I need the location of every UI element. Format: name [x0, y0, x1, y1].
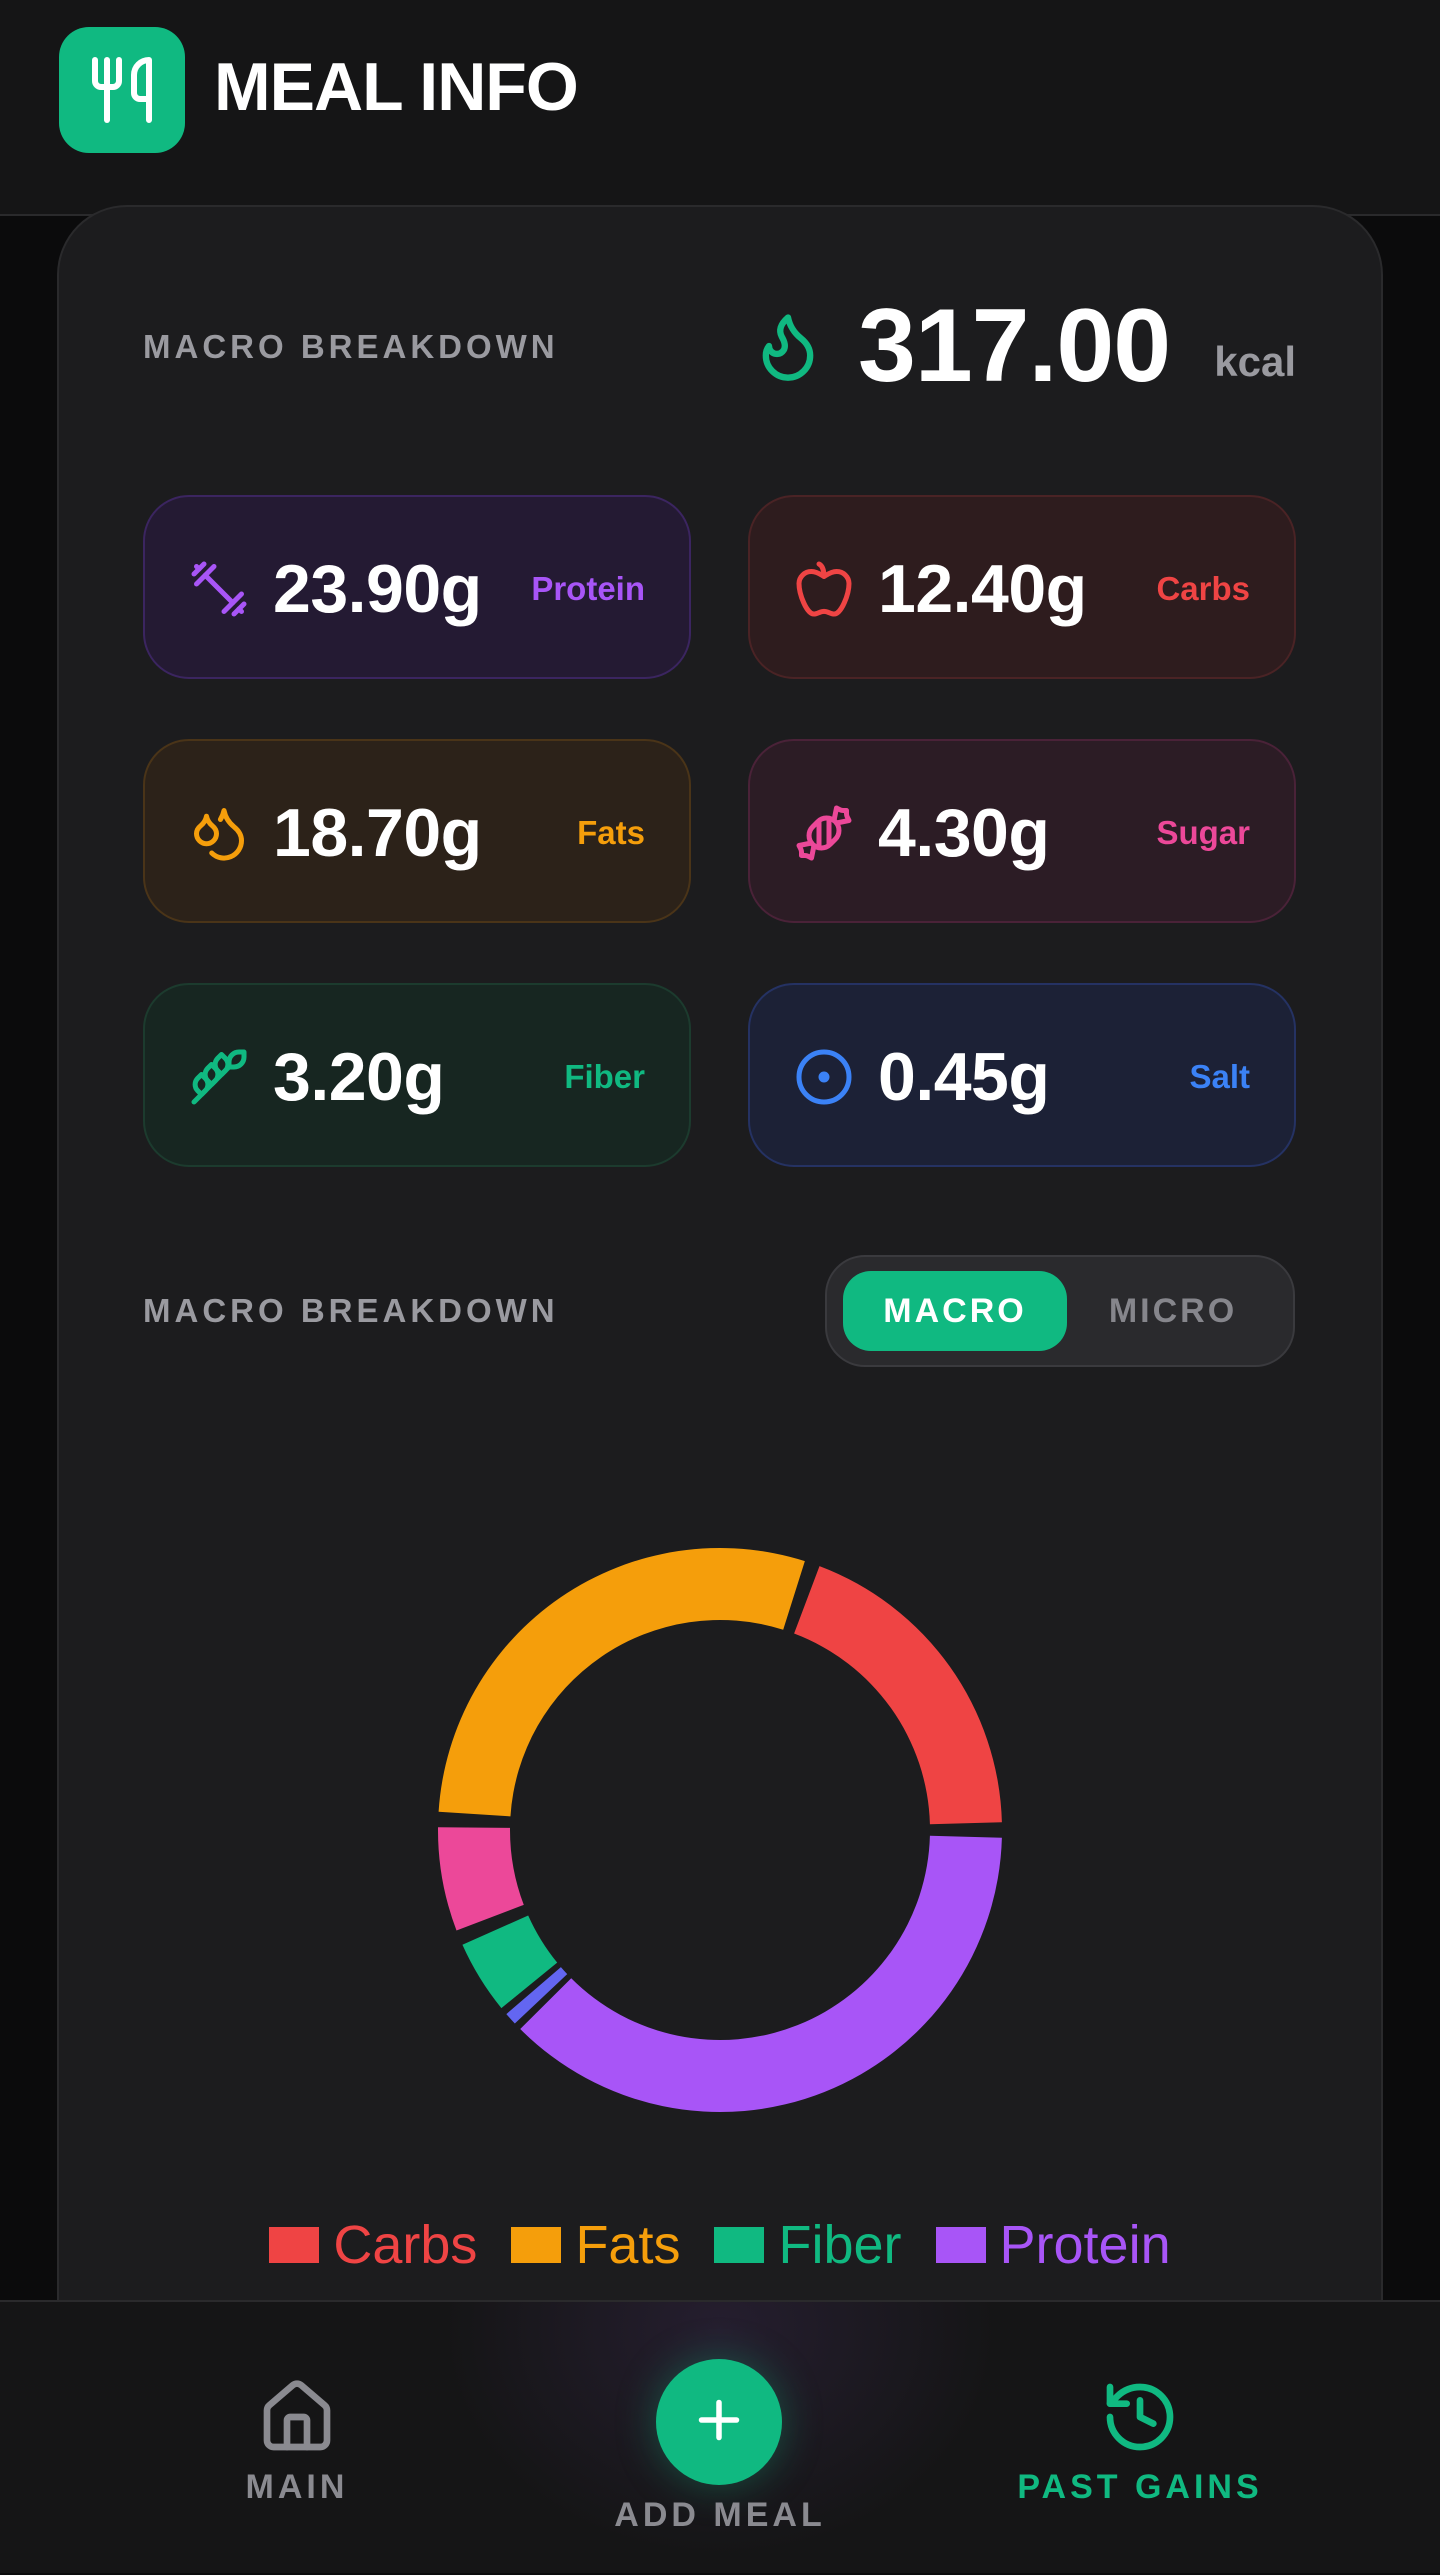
nav-past-gains-label: PAST GAINS [1017, 2468, 1263, 2506]
legend-item-protein: Protein [935, 2214, 1171, 2276]
macro-tile-fats: 18.70g Fats [143, 739, 691, 923]
carbs-value: 12.40g [878, 551, 1087, 627]
legend-label: Carbs [333, 2215, 478, 2275]
carbs-label: Carbs [1156, 570, 1250, 607]
donut-slice-protein [520, 1835, 1002, 2112]
history-icon [1010, 2377, 1270, 2462]
protein-value: 23.90g [273, 551, 482, 627]
macro-tile-carbs: 12.40g Carbs [748, 495, 1296, 679]
apple-icon [794, 559, 854, 619]
sugar-label: Sugar [1156, 814, 1250, 851]
legend-label: Fiber [778, 2215, 902, 2275]
fiber-label: Fiber [564, 1058, 645, 1095]
fats-label: Fats [577, 814, 645, 851]
sugar-value: 4.30g [878, 795, 1050, 871]
summary-section-label: MACRO BREAKDOWN [143, 328, 559, 365]
app-header: MEAL INFO [0, 0, 1440, 216]
legend-swatch [511, 2227, 562, 2263]
legend-swatch [714, 2227, 765, 2263]
macro-tile-sugar: 4.30g Sugar [748, 739, 1296, 923]
legend-label: Protein [999, 2215, 1171, 2275]
legend-item-fats: Fats [511, 2214, 680, 2276]
macro-toggle-button[interactable]: MACRO [843, 1271, 1067, 1351]
home-icon [197, 2377, 397, 2462]
add-meal-label: ADD MEAL [614, 2496, 826, 2534]
nav-past-gains[interactable]: PAST GAINS [1010, 2377, 1270, 2507]
bottom-nav: MAIN ADD MEAL PAST GAINS [0, 2300, 1440, 2575]
micro-toggle-button[interactable]: MICRO [1067, 1271, 1279, 1351]
donut-slice-sugar [438, 1827, 524, 1931]
utensils-icon [59, 27, 185, 153]
macro-tile-protein: 23.90g Protein [143, 495, 691, 679]
legend-item-fiber: Fiber [714, 2214, 902, 2276]
salt-value: 0.45g [878, 1039, 1050, 1115]
legend-swatch [935, 2227, 986, 2263]
add-meal-button[interactable] [656, 2359, 782, 2485]
circle-dot-icon [794, 1047, 854, 1107]
flame-icon [750, 308, 826, 389]
macro-tile-fiber: 3.20g Fiber [143, 983, 691, 1167]
macro-tile-salt: 0.45g Salt [748, 983, 1296, 1167]
candy-icon [794, 803, 854, 863]
droplets-icon [189, 803, 249, 863]
nav-main[interactable]: MAIN [197, 2377, 397, 2507]
donut-slice-carbs [794, 1566, 1002, 1825]
fats-value: 18.70g [273, 795, 482, 871]
legend-label: Fats [575, 2215, 681, 2275]
kcal-value: 317.00 [858, 288, 1171, 404]
dumbbell-icon [189, 559, 249, 619]
donut-slice-fats [438, 1548, 805, 1817]
macro-donut-chart [438, 1548, 1002, 2112]
kcal-unit: kcal [1214, 338, 1296, 385]
chart-legend: Carbs Fats Fiber Protein [0, 2210, 1440, 2280]
macro-micro-toggle: MACRO MICRO [825, 1255, 1295, 1367]
salt-label: Salt [1189, 1058, 1250, 1095]
legend-item-carbs: Carbs [269, 2214, 477, 2276]
calorie-total: 317.00 kcal [750, 288, 1300, 404]
protein-label: Protein [531, 570, 645, 607]
legend-swatch [269, 2227, 320, 2263]
fiber-value: 3.20g [273, 1039, 445, 1115]
page-title: MEAL INFO [214, 49, 579, 125]
breakdown-section-label: MACRO BREAKDOWN [143, 1292, 559, 1329]
wheat-icon [189, 1047, 249, 1107]
nav-main-label: MAIN [245, 2468, 349, 2506]
plus-icon [689, 2390, 749, 2455]
